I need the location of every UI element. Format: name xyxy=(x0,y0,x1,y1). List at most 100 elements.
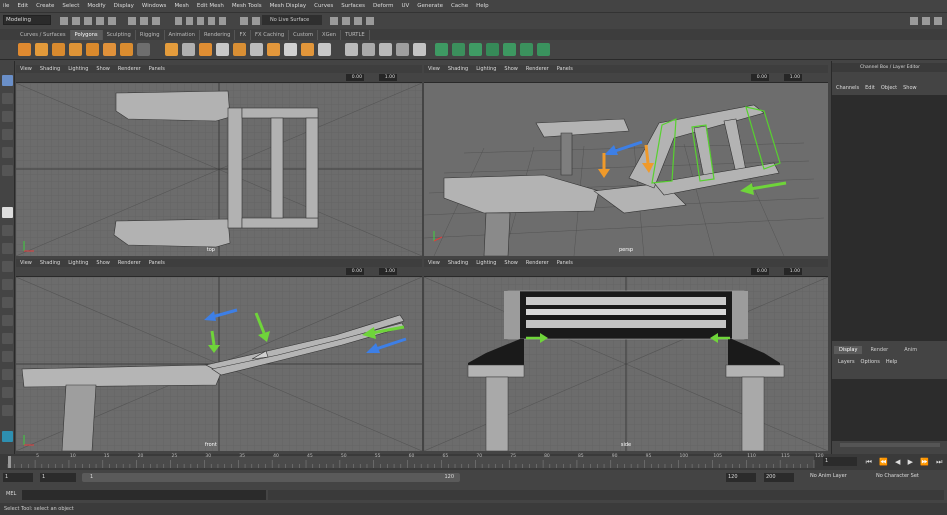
lasso-tool-icon[interactable] xyxy=(2,93,13,104)
shelf-tab-5[interactable]: Rendering xyxy=(200,30,236,40)
far-clip-field[interactable]: 1.00 xyxy=(784,268,802,275)
far-clip-field[interactable]: 1.00 xyxy=(379,74,397,81)
lighting-menu[interactable]: Lighting xyxy=(68,66,88,72)
panels-menu[interactable]: Panels xyxy=(557,66,573,72)
panels-menu[interactable]: Panels xyxy=(149,66,165,72)
edit-menu[interactable]: Edit xyxy=(865,85,875,91)
layer-scrollbar[interactable] xyxy=(840,443,940,447)
near-clip-field[interactable]: 0.00 xyxy=(346,74,364,81)
extrude-icon[interactable] xyxy=(435,43,448,56)
menu-16[interactable]: Cache xyxy=(451,3,468,9)
paint-select-icon[interactable] xyxy=(2,111,13,122)
bridge-icon[interactable] xyxy=(318,43,331,56)
show-menu[interactable]: Show xyxy=(96,66,110,72)
viewport-side[interactable]: View Shading Lighting Show Renderer Pane… xyxy=(424,259,828,451)
unfold-icon[interactable] xyxy=(379,43,392,56)
poly-cone-icon[interactable] xyxy=(69,43,82,56)
viewport-persp[interactable]: View Shading Lighting Show Renderer Pane… xyxy=(424,65,828,256)
view-menu[interactable]: View xyxy=(428,260,440,266)
menu-5[interactable]: Display xyxy=(114,3,134,9)
shelf-tab-3[interactable]: Rigging xyxy=(136,30,165,40)
four-view-icon[interactable] xyxy=(2,225,13,236)
renderer-menu[interactable]: Renderer xyxy=(118,260,141,266)
poly-sphere-icon[interactable] xyxy=(18,43,31,56)
bevel-icon[interactable] xyxy=(452,43,465,56)
view-menu[interactable]: View xyxy=(20,260,32,266)
display-tab[interactable]: Display xyxy=(834,346,863,354)
shading-menu[interactable]: Shading xyxy=(448,260,468,266)
viewport-top[interactable]: View Shading Lighting Show Renderer Pane… xyxy=(16,65,422,256)
shelf-tab-6[interactable]: FX xyxy=(235,30,252,40)
playback-start-field[interactable]: 1 xyxy=(40,473,76,482)
graph-view-icon[interactable] xyxy=(2,261,13,272)
move-tool-icon[interactable] xyxy=(2,129,13,140)
menu-7[interactable]: Mesh xyxy=(174,3,188,9)
shelf-tab-1[interactable]: Polygons xyxy=(70,30,103,40)
anim-layer-dropdown[interactable]: No Anim Layer xyxy=(810,473,847,479)
time-slider[interactable]: 5 10 15 20 25 30 35 40 45 50 55 60 65 70 75 80 85 90 95 100… xyxy=(0,454,947,470)
hypershade-view-icon[interactable] xyxy=(2,297,13,308)
poly-disc-icon[interactable] xyxy=(120,43,133,56)
connect-icon[interactable] xyxy=(537,43,550,56)
near-clip-field[interactable]: 0.00 xyxy=(751,268,769,275)
options-menu[interactable]: Options xyxy=(861,359,880,365)
anim-tab[interactable]: Anim xyxy=(896,346,925,354)
range-bar[interactable]: 1 120 xyxy=(82,473,460,482)
shelf-tab-2[interactable]: Sculpting xyxy=(103,30,136,40)
view-menu[interactable]: View xyxy=(20,66,32,72)
select-tool-icon[interactable] xyxy=(2,75,13,86)
insert-edge-loop-icon[interactable] xyxy=(486,43,499,56)
menu-11[interactable]: Curves xyxy=(314,3,333,9)
mode-dropdown[interactable]: Modeling xyxy=(3,15,51,25)
shading-menu[interactable]: Shading xyxy=(40,66,60,72)
near-clip-field[interactable]: 0.00 xyxy=(751,74,769,81)
multi-cut-icon[interactable] xyxy=(469,43,482,56)
lighting-menu[interactable]: Lighting xyxy=(68,260,88,266)
poly-torus-icon[interactable] xyxy=(103,43,116,56)
step-back-icon[interactable]: ⏪ xyxy=(879,458,888,466)
play-back-icon[interactable]: ◀ xyxy=(895,458,900,466)
help-menu[interactable]: Help xyxy=(886,359,897,365)
layers-menu[interactable]: Layers xyxy=(838,359,855,365)
renderer-menu[interactable]: Renderer xyxy=(526,260,549,266)
sew-uv-icon[interactable] xyxy=(345,43,358,56)
menu-3[interactable]: Select xyxy=(62,3,79,9)
shelf-tab-0[interactable]: Curves / Surfaces xyxy=(16,30,71,40)
layout-preset-5-icon[interactable] xyxy=(2,405,13,416)
lighting-menu[interactable]: Lighting xyxy=(476,66,496,72)
live-surface-field[interactable]: No Live Surface xyxy=(262,15,322,25)
far-clip-field[interactable]: 1.00 xyxy=(784,74,802,81)
panels-menu[interactable]: Panels xyxy=(557,260,573,266)
poly-cylinder-icon[interactable] xyxy=(52,43,65,56)
near-clip-field[interactable]: 0.00 xyxy=(346,268,364,275)
layout-preset-icon[interactable] xyxy=(2,333,13,344)
mel-label[interactable]: MEL xyxy=(6,491,16,497)
renderer-menu[interactable]: Renderer xyxy=(526,66,549,72)
lighting-menu[interactable]: Lighting xyxy=(476,260,496,266)
extract-icon[interactable] xyxy=(199,43,212,56)
menu-15[interactable]: Generate xyxy=(417,3,443,9)
menu-12[interactable]: Surfaces xyxy=(341,3,365,9)
bifrost-icon[interactable] xyxy=(2,431,13,442)
menu-17[interactable]: Help xyxy=(476,3,489,9)
layout-uv-icon[interactable] xyxy=(396,43,409,56)
offset-edge-loop-icon[interactable] xyxy=(503,43,516,56)
poly-plane-icon[interactable] xyxy=(86,43,99,56)
menu-14[interactable]: UV xyxy=(401,3,409,9)
shelf-tab-10[interactable]: TURTLE xyxy=(341,30,370,40)
go-to-end-icon[interactable]: ⏭ xyxy=(936,458,942,467)
step-forward-icon[interactable]: ⏩ xyxy=(920,458,929,466)
fill-hole-icon[interactable] xyxy=(284,43,297,56)
mel-input[interactable] xyxy=(22,490,266,500)
shading-menu[interactable]: Shading xyxy=(40,260,60,266)
layout-preset-4-icon[interactable] xyxy=(2,387,13,398)
reduce-icon[interactable] xyxy=(250,43,263,56)
end-time-field[interactable]: 200 xyxy=(764,473,794,482)
show-menu[interactable]: Show xyxy=(504,260,518,266)
view-menu[interactable]: View xyxy=(428,66,440,72)
play-forward-icon[interactable]: ▶ xyxy=(908,458,913,466)
shelf-tab-7[interactable]: FX Caching xyxy=(251,30,290,40)
rotate-tool-icon[interactable] xyxy=(2,147,13,158)
shelf-tab-4[interactable]: Animation xyxy=(165,30,200,40)
render-tab[interactable]: Render xyxy=(862,346,896,354)
